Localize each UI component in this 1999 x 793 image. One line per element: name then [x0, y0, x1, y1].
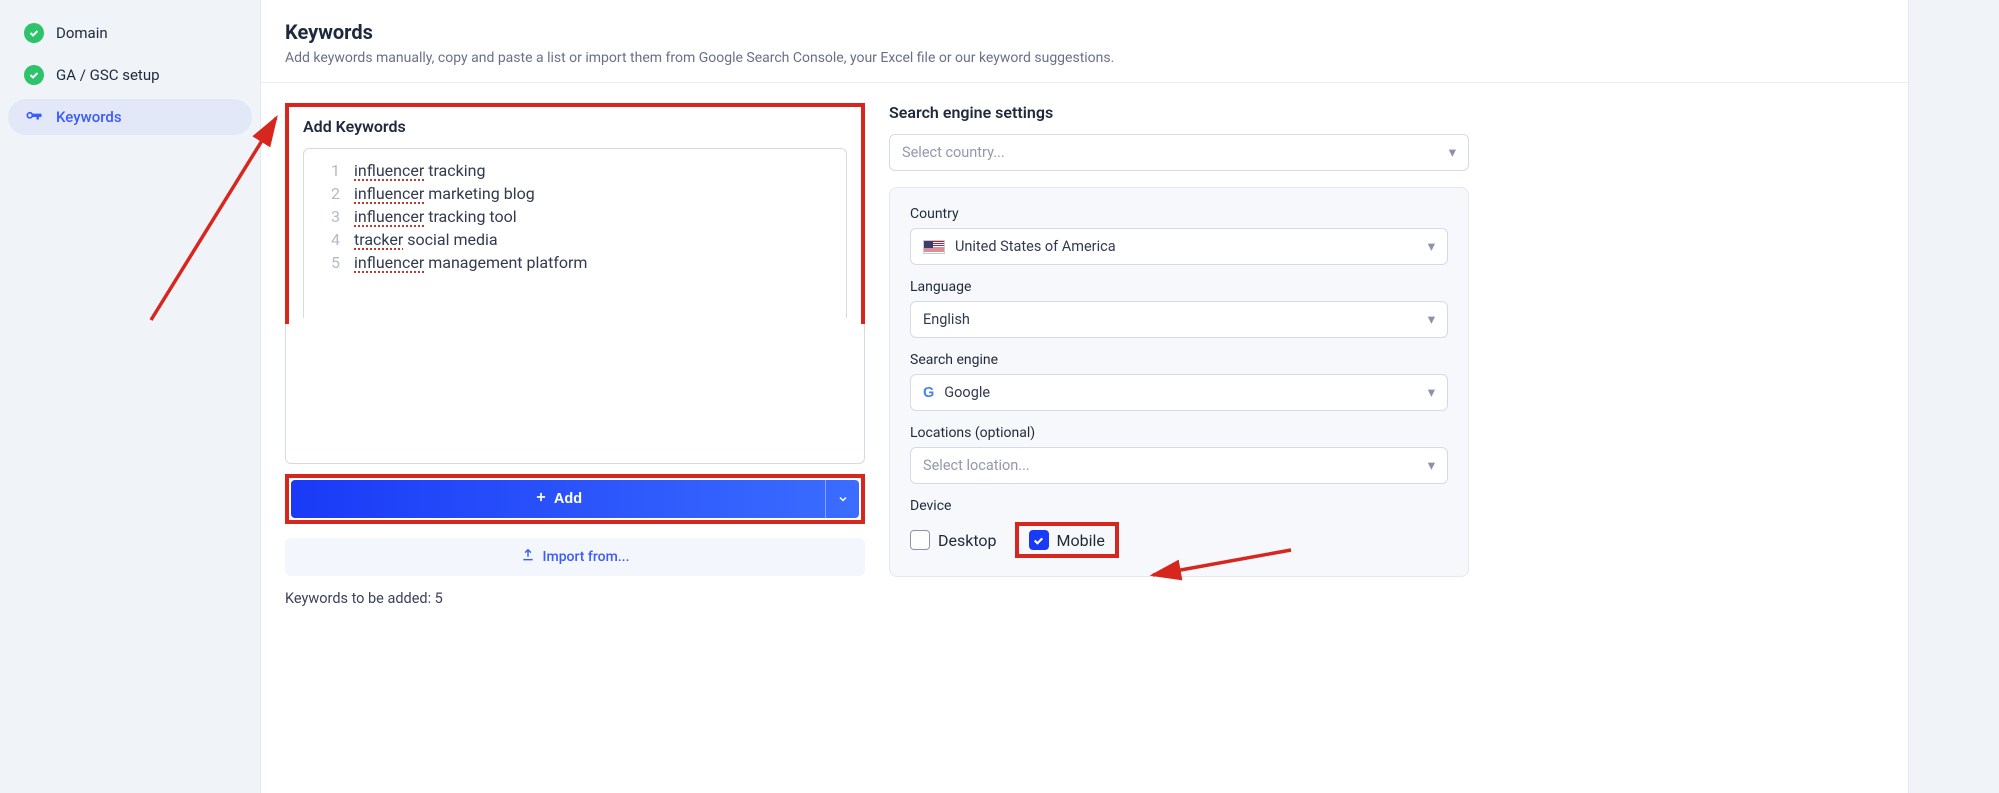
add-button-label: Add — [554, 491, 582, 507]
checkbox-checked-icon — [1029, 530, 1049, 550]
keyword-row: 1 influencer tracking — [318, 159, 832, 182]
locations-placeholder: Select location... — [923, 457, 1030, 474]
keywords-textarea[interactable]: 1 influencer tracking 2 influencer marke… — [303, 148, 847, 318]
engine-value: Google — [944, 384, 990, 401]
caret-down-icon: ▾ — [1428, 238, 1435, 255]
keywords-textarea-lower[interactable] — [285, 324, 865, 464]
annotation-highlight-keywords: Add Keywords 1 influencer tracking 2 inf… — [285, 103, 865, 328]
plus-icon — [534, 490, 548, 508]
device-mobile-checkbox[interactable]: Mobile — [1029, 530, 1105, 550]
country-label: Country — [910, 206, 1448, 222]
add-keywords-heading: Add Keywords — [303, 117, 847, 136]
page-title: Keywords — [285, 20, 1884, 44]
checkbox-icon — [910, 530, 930, 550]
locations-label: Locations (optional) — [910, 425, 1448, 441]
sidebar-item-domain[interactable]: Domain — [8, 15, 252, 51]
import-from-label: Import from... — [543, 549, 630, 565]
sidebar-item-label: Domain — [56, 24, 108, 42]
chevron-down-icon[interactable] — [825, 480, 859, 518]
caret-down-icon: ▾ — [1428, 311, 1435, 328]
caret-down-icon: ▾ — [1428, 384, 1435, 401]
settings-card: Country United States of America ▾ Langu… — [889, 187, 1469, 577]
keyword-row: 4 tracker social media — [318, 228, 832, 251]
sidebar-item-label: Keywords — [56, 108, 122, 126]
sidebar-item-label: GA / GSC setup — [56, 66, 160, 84]
page-header: Keywords Add keywords manually, copy and… — [261, 0, 1908, 83]
engine-label: Search engine — [910, 352, 1448, 368]
country-value: United States of America — [955, 238, 1116, 255]
annotation-highlight-add-button: Add — [285, 474, 865, 524]
country-top-select[interactable]: Select country... ▾ — [889, 134, 1469, 171]
settings-heading: Search engine settings — [889, 103, 1469, 122]
device-mobile-label: Mobile — [1057, 531, 1105, 550]
add-button[interactable]: Add — [291, 480, 859, 518]
import-from-button[interactable]: Import from... — [285, 538, 865, 576]
country-top-placeholder: Select country... — [902, 144, 1005, 161]
device-desktop-checkbox[interactable]: Desktop — [910, 530, 997, 550]
sidebar-item-ga-gsc[interactable]: GA / GSC setup — [8, 57, 252, 93]
page-subtitle: Add keywords manually, copy and paste a … — [285, 50, 1884, 66]
keyword-row: 5 influencer management platform — [318, 251, 832, 274]
check-icon — [24, 65, 44, 85]
keyword-row: 3 influencer tracking tool — [318, 205, 832, 228]
check-icon — [24, 23, 44, 43]
sidebar: Domain GA / GSC setup Keywords — [0, 0, 260, 793]
device-desktop-label: Desktop — [938, 531, 997, 550]
device-label: Device — [910, 498, 1448, 514]
caret-down-icon: ▾ — [1449, 144, 1456, 161]
keywords-count-text: Keywords to be added: 5 — [285, 590, 865, 607]
language-select[interactable]: English ▾ — [910, 301, 1448, 338]
engine-select[interactable]: G Google ▾ — [910, 374, 1448, 411]
us-flag-icon — [923, 240, 945, 254]
google-icon: G — [923, 385, 934, 401]
language-value: English — [923, 311, 970, 328]
caret-down-icon: ▾ — [1428, 457, 1435, 474]
keyword-row: 2 influencer marketing blog — [318, 182, 832, 205]
annotation-highlight-mobile: Mobile — [1015, 522, 1119, 558]
sidebar-item-keywords[interactable]: Keywords — [8, 99, 252, 135]
language-label: Language — [910, 279, 1448, 295]
main-content: Keywords Add keywords manually, copy and… — [260, 0, 1909, 793]
locations-select[interactable]: Select location... ▾ — [910, 447, 1448, 484]
country-select[interactable]: United States of America ▾ — [910, 228, 1448, 265]
key-icon — [24, 107, 44, 127]
upload-icon — [521, 548, 535, 566]
